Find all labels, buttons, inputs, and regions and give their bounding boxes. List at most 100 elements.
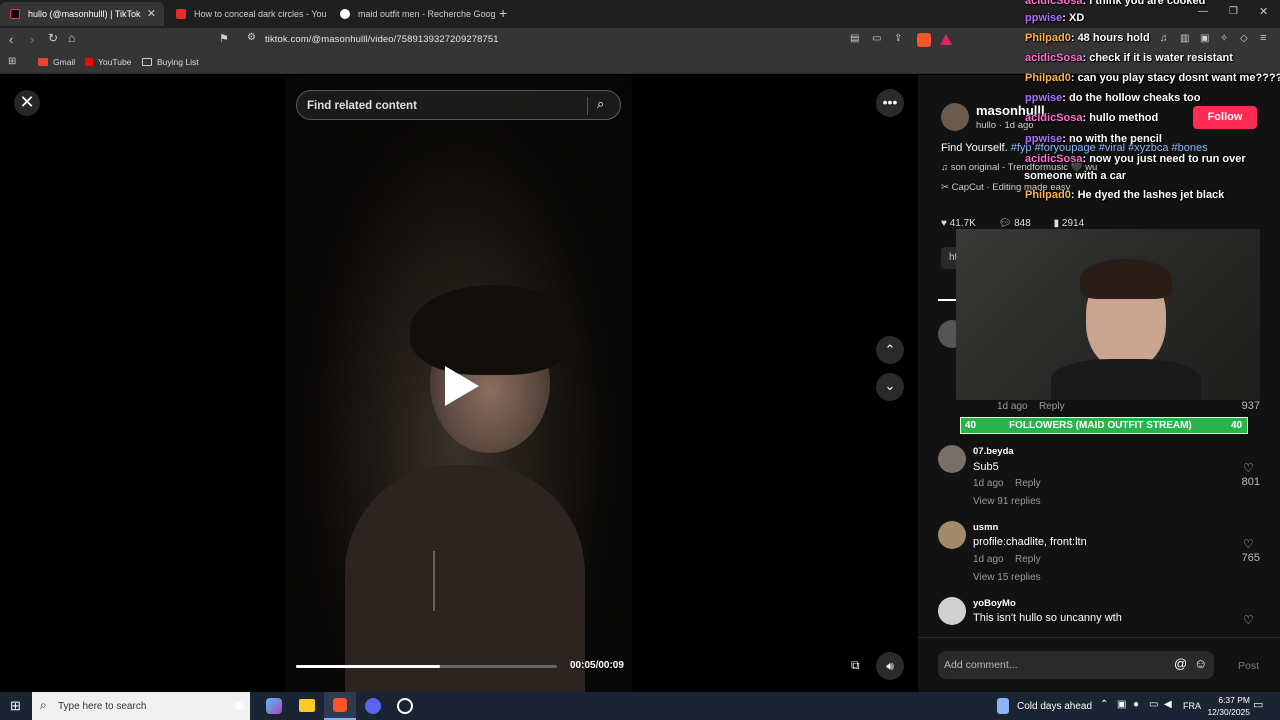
comment-avatar[interactable] <box>938 597 966 625</box>
taskbar-search-placeholder: Type here to search <box>58 701 147 712</box>
bookmark-icon[interactable]: ▮ <box>1054 218 1060 229</box>
bookmark-label: YouTube <box>98 57 132 67</box>
reply-link[interactable]: Reply <box>1015 478 1041 489</box>
bookmark-youtube[interactable]: YouTube <box>85 57 131 67</box>
search-input[interactable] <box>307 97 577 115</box>
follower-goal-left: 40 <box>965 420 977 431</box>
tray-chevron-icon[interactable]: ⌃ <box>1100 699 1108 710</box>
search-icon[interactable]: ⌕ <box>597 96 604 112</box>
comment-like-count: 937 <box>1241 400 1260 412</box>
comment-username[interactable]: yoBoyMo <box>973 598 1016 609</box>
volume-icon[interactable]: ◀ <box>1164 699 1172 710</box>
close-video-button[interactable]: ✕ <box>14 90 40 116</box>
engagement-row: ♥ 41.7K 💬︎ 848 ▮ 2914 <box>941 218 1084 229</box>
bookmark-icon[interactable]: ⚑ <box>219 32 229 45</box>
more-options-icon[interactable]: ••• <box>876 89 904 117</box>
discord-icon[interactable] <box>365 698 381 714</box>
chat-username: acidicSosa <box>1025 52 1083 64</box>
chat-text: : 48 hours hold <box>1070 32 1150 44</box>
reload-icon[interactable]: ↻ <box>48 31 58 45</box>
obs-icon[interactable] <box>397 698 413 714</box>
notifications-icon[interactable]: ▭ <box>1253 698 1263 711</box>
back-icon[interactable]: ‹ <box>9 32 13 47</box>
reply-link[interactable]: Reply <box>1039 401 1065 412</box>
post-comment-button[interactable]: Post <box>1238 660 1259 672</box>
gmail-icon <box>38 58 48 66</box>
brave-rewards-icon[interactable] <box>940 34 952 45</box>
home-icon[interactable]: ⌂ <box>68 31 75 45</box>
chat-message: ppwise: no with the pencil <box>1025 133 1162 145</box>
weather-text[interactable]: Cold days ahead <box>1017 701 1092 712</box>
task-view-icon[interactable]: ▣ <box>234 698 245 712</box>
tab-youtube[interactable]: How to conceal dark circles - YouTub <box>166 2 326 26</box>
streamer-webcam <box>956 229 1260 400</box>
bookmark-gmail[interactable]: Gmail <box>38 57 75 67</box>
view-replies-link[interactable]: View 15 replies <box>973 572 1041 583</box>
chat-message: ppwise: do the hollow cheaks too <box>1025 92 1200 104</box>
emoji-icon[interactable]: ☺ <box>1194 656 1207 671</box>
new-tab-button[interactable]: + <box>499 5 507 21</box>
previous-video-button[interactable]: ⌃ <box>876 336 904 364</box>
chat-text: : can you play stacy dosnt want me???? <box>1070 72 1280 84</box>
comment-username[interactable]: usmn <box>973 522 998 533</box>
clock-date[interactable]: 12/30/2025 <box>1196 707 1250 717</box>
clock-time[interactable]: 6:37 PM <box>1200 695 1250 705</box>
forward-icon[interactable]: › <box>30 32 34 47</box>
mention-icon[interactable]: @ <box>1174 656 1187 671</box>
apps-icon[interactable]: ⊞ <box>8 56 16 67</box>
weather-icon <box>997 698 1009 714</box>
comment-heart-icon[interactable]: ♡ <box>1243 461 1254 475</box>
comment-username[interactable]: 07.beyda <box>973 446 1014 457</box>
stream-chat-overlay: acidicSosa : I think you are cooked ppwise… <box>1020 0 1280 210</box>
tab-tiktok[interactable]: hullo (@masonhulll) | TikTok ✕ <box>0 2 164 26</box>
view-replies-link[interactable]: View 91 replies <box>973 496 1041 507</box>
reply-link[interactable]: Reply <box>1015 554 1041 565</box>
chat-text: : I think you are cooked <box>1082 0 1206 7</box>
bookmark-buying-list[interactable]: Buying List <box>142 57 199 67</box>
close-tab-icon[interactable]: ✕ <box>147 7 156 20</box>
chat-username: ppwise <box>1025 133 1063 145</box>
comment-icon[interactable]: 💬︎ <box>999 218 1012 229</box>
comment-heart-icon[interactable]: ♡ <box>1243 613 1254 627</box>
progress-track[interactable] <box>296 665 557 668</box>
tray-app-icon[interactable]: ▣ <box>1117 699 1126 710</box>
video-player[interactable]: 00:05/00:09 <box>285 75 632 692</box>
microphone-icon[interactable]: ● <box>1133 699 1139 710</box>
tab-google[interactable]: maid outfit men - Recherche Google <box>330 2 495 26</box>
taskbar-search[interactable]: ⌕ Type here to search <box>32 692 250 720</box>
tiktok-icon <box>10 9 20 19</box>
capcut-icon: ✂ <box>941 182 949 193</box>
caption-text: Find Yourself. <box>941 142 1008 154</box>
play-icon[interactable] <box>445 366 479 406</box>
search-icon: ⌕ <box>40 698 47 712</box>
chat-username: Philpad0 <box>1025 189 1071 201</box>
comment-like-count: 801 <box>1241 476 1260 488</box>
reader-icon[interactable]: ▤ <box>850 33 859 44</box>
comment-avatar[interactable] <box>938 445 966 473</box>
chat-username: ppwise <box>1025 92 1063 104</box>
follower-goal-right: 40 <box>1231 420 1243 431</box>
chat-message: Philpad0: He dyed the lashes jet black <box>1025 189 1224 201</box>
music-note-icon: ♫ <box>941 162 949 173</box>
url-field[interactable]: tiktok.com/@masonhulll/video/75891393272… <box>265 34 499 45</box>
file-explorer-icon[interactable] <box>299 699 315 712</box>
comment-heart-icon[interactable]: ♡ <box>1243 537 1254 551</box>
heart-icon[interactable]: ♥ <box>941 218 947 229</box>
cast-icon[interactable]: ▭ <box>872 33 881 44</box>
network-icon[interactable]: ▭ <box>1149 699 1158 710</box>
comment-count: 848 <box>1014 218 1031 229</box>
pip-icon[interactable]: ⧉ <box>851 658 860 673</box>
brave-shield-icon[interactable] <box>917 33 931 47</box>
follower-goal-label: FOLLOWERS (MAID OUTFIT STREAM) <box>1009 420 1192 431</box>
site-info-icon[interactable]: ⚙ <box>247 32 256 43</box>
copilot-icon[interactable] <box>266 698 282 714</box>
share-icon[interactable]: ⇪ <box>894 33 902 44</box>
comment-input-box[interactable]: Add comment... @ ☺ <box>938 651 1214 679</box>
next-video-button[interactable]: ⌄ <box>876 373 904 401</box>
windows-start-icon[interactable]: ⊞ <box>10 698 21 714</box>
chat-text: : He dyed the lashes jet black <box>1070 189 1225 201</box>
volume-icon[interactable]: 🔊︎ <box>876 652 904 680</box>
chat-username: acidicSosa <box>1025 153 1083 165</box>
comment-avatar[interactable] <box>938 521 966 549</box>
author-avatar[interactable] <box>941 103 969 131</box>
